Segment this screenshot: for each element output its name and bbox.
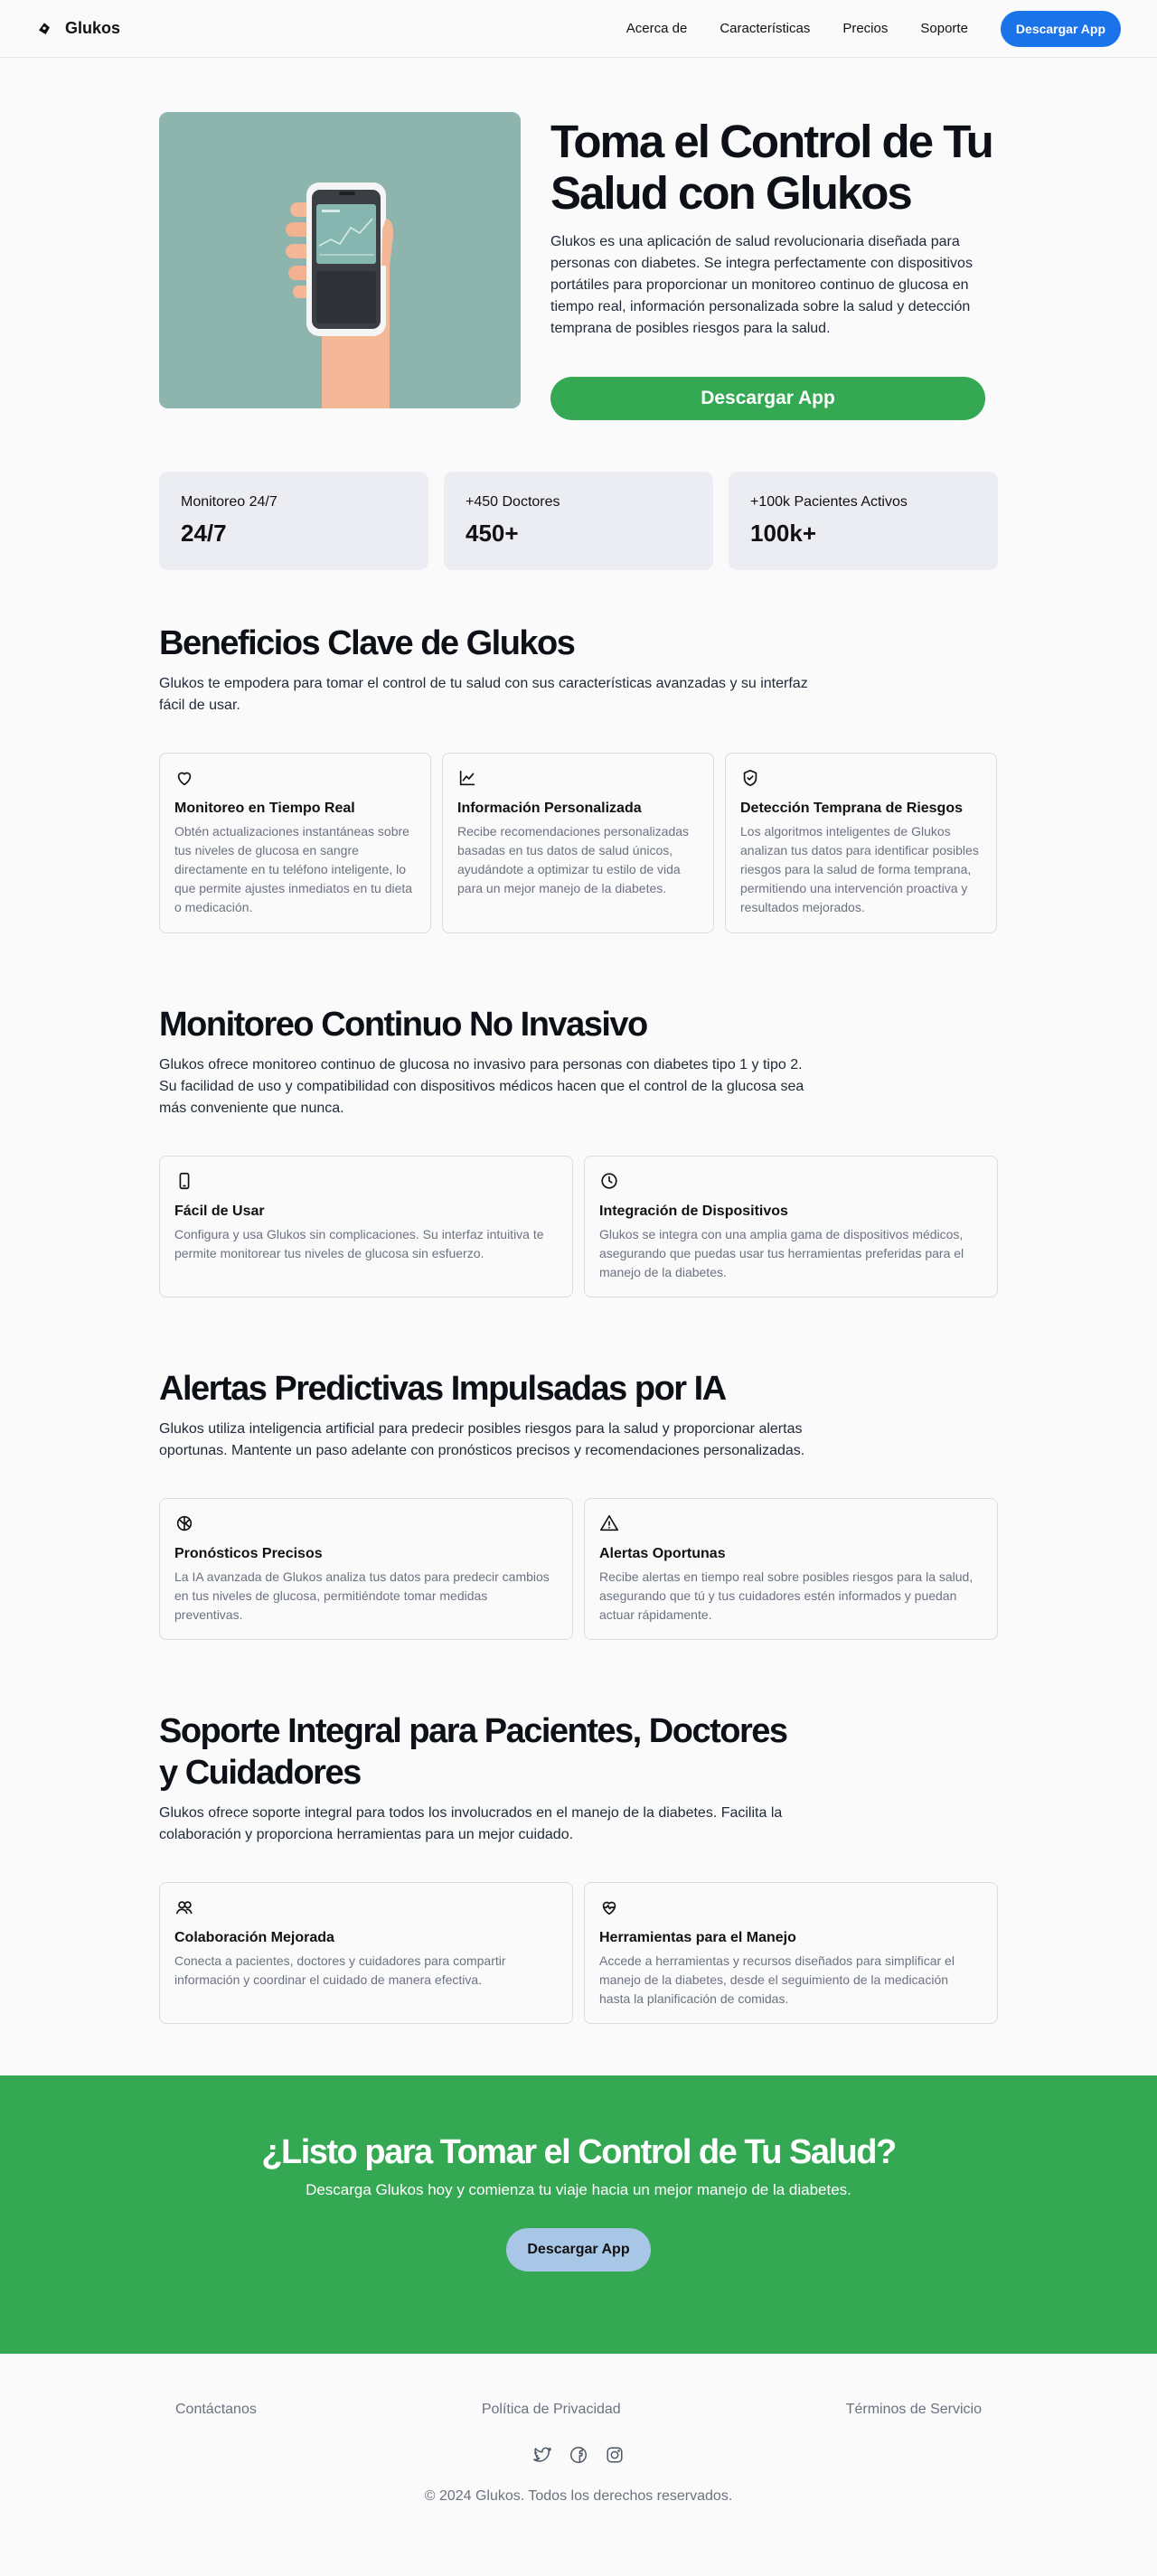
hero-section: Toma el Control de Tu Salud con Glukos G…: [159, 58, 998, 420]
feature-card: Pronósticos Precisos La IA avanzada de G…: [159, 1498, 573, 1640]
feature-card: Integración de Dispositivos Glukos se in…: [584, 1156, 998, 1297]
alerts-section: Alertas Predictivas Impulsadas por IA Gl…: [159, 1368, 998, 1640]
card-text: Recibe alertas en tiempo real sobre posi…: [599, 1569, 974, 1622]
card-text: Los algoritmos inteligentes de Glukos an…: [740, 824, 979, 914]
smartphone-icon: [174, 1171, 194, 1191]
footer-link-contact[interactable]: Contáctanos: [175, 2402, 257, 2418]
section-description: Glukos ofrece soporte integral para todo…: [159, 1805, 783, 1842]
section-title: Monitoreo Continuo No Invasivo: [159, 1006, 648, 1044]
card-title: Herramientas para el Manejo: [599, 1930, 796, 1945]
nav-link-precios[interactable]: Precios: [842, 21, 888, 36]
hero-download-button[interactable]: Descargar App: [550, 377, 985, 420]
stat-card: +450 Doctores 450+: [444, 472, 713, 570]
feature-card: Colaboración Mejorada Conecta a paciente…: [159, 1882, 573, 2024]
monitoring-cards: Fácil de Usar Configura y usa Glukos sin…: [159, 1156, 998, 1297]
top-nav: Glukos Acerca de Características Precios…: [0, 0, 1157, 58]
main-content: Toma el Control de Tu Salud con Glukos G…: [159, 58, 998, 2024]
hero-title: Toma el Control de Tu Salud con Glukos: [550, 116, 994, 219]
card-text: Conecta a pacientes, doctores y cuidador…: [174, 1953, 506, 1987]
heart-pulse-icon: [599, 1897, 619, 1917]
support-cards: Colaboración Mejorada Conecta a paciente…: [159, 1882, 998, 2024]
footer-link-terms[interactable]: Términos de Servicio: [846, 2402, 982, 2418]
feature-card: Información Personalizada Recibe recomen…: [442, 753, 714, 933]
stat-label: +450 Doctores: [466, 494, 560, 510]
card-text: Configura y usa Glukos sin complicacione…: [174, 1227, 544, 1260]
alerts-cards: Pronósticos Precisos La IA avanzada de G…: [159, 1498, 998, 1640]
brand-name: Glukos: [65, 19, 121, 37]
cta-section: ¿Listo para Tomar el Control de Tu Salud…: [0, 2075, 1157, 2354]
card-text: Accede a herramientas y recursos diseñad…: [599, 1953, 955, 2006]
section-title: Alertas Predictivas Impulsadas por IA: [159, 1370, 727, 1408]
stat-label: Monitoreo 24/7: [181, 494, 277, 510]
card-title: Monitoreo en Tiempo Real: [174, 801, 355, 816]
brain-icon: [174, 1513, 194, 1533]
hero-text: Toma el Control de Tu Salud con Glukos G…: [550, 112, 998, 420]
social-links: [0, 2445, 1157, 2465]
section-description: Glukos ofrece monitoreo continuo de gluc…: [159, 1057, 804, 1116]
benefit-cards: Monitoreo en Tiempo Real Obtén actualiza…: [159, 753, 998, 933]
card-title: Integración de Dispositivos: [599, 1204, 788, 1219]
glukos-logo-icon: [36, 21, 52, 37]
cta-subtitle: Descarga Glukos hoy y comienza tu viaje …: [306, 2181, 851, 2198]
hero-image: [159, 112, 521, 408]
nav-link-acerca[interactable]: Acerca de: [626, 21, 688, 36]
section-title: Beneficios Clave de Glukos: [159, 624, 576, 662]
stats-row: Monitoreo 24/7 24/7 +450 Doctores 450+ +…: [159, 472, 998, 570]
stat-card: Monitoreo 24/7 24/7: [159, 472, 428, 570]
stat-value: 24/7: [181, 520, 227, 547]
copyright: © 2024 Glukos. Todos los derechos reserv…: [424, 2488, 733, 2504]
feature-card: Monitoreo en Tiempo Real Obtén actualiza…: [159, 753, 431, 933]
stat-label: +100k Pacientes Activos: [750, 494, 908, 510]
chart-line-icon: [457, 768, 477, 788]
alert-triangle-icon: [599, 1513, 619, 1533]
section-title: Soporte Integral para Pacientes, Doctore…: [159, 1712, 788, 1792]
nav-links: Acerca de Características Precios Soport…: [626, 10, 1121, 47]
users-icon: [174, 1897, 194, 1917]
card-text: Recibe recomendaciones personalizadas ba…: [457, 824, 690, 895]
stat-value: 450+: [466, 520, 519, 547]
card-title: Alertas Oportunas: [599, 1546, 726, 1561]
card-text: Obtén actualizaciones instantáneas sobre…: [174, 824, 413, 914]
card-title: Información Personalizada: [457, 801, 642, 816]
hero-description: Glukos es una aplicación de salud revolu…: [550, 234, 973, 336]
support-section: Soporte Integral para Pacientes, Doctore…: [159, 1710, 998, 2024]
feature-card: Detección Temprana de Riesgos Los algori…: [725, 753, 997, 933]
card-text: La IA avanzada de Glukos analiza tus dat…: [174, 1569, 550, 1622]
cta-title: ¿Listo para Tomar el Control de Tu Salud…: [261, 2133, 897, 2171]
brand[interactable]: Glukos: [36, 19, 120, 38]
card-title: Fácil de Usar: [174, 1204, 265, 1219]
twitter-icon[interactable]: [532, 2445, 552, 2465]
card-title: Detección Temprana de Riesgos: [740, 801, 963, 816]
footer: Contáctanos Política de Privacidad Térmi…: [0, 2354, 1157, 2548]
instagram-icon[interactable]: [605, 2445, 625, 2465]
card-text: Glukos se integra con una amplia gama de…: [599, 1227, 964, 1279]
benefits-section: Beneficios Clave de Glukos Glukos te emp…: [159, 623, 998, 933]
footer-links: Contáctanos Política de Privacidad Térmi…: [175, 2402, 982, 2418]
stat-card: +100k Pacientes Activos 100k+: [729, 472, 998, 570]
card-title: Colaboración Mejorada: [174, 1930, 334, 1945]
nav-link-soporte[interactable]: Soporte: [920, 21, 968, 36]
cta-download-button[interactable]: Descargar App: [506, 2228, 651, 2272]
feature-card: Fácil de Usar Configura y usa Glukos sin…: [159, 1156, 573, 1297]
feature-card: Herramientas para el Manejo Accede a her…: [584, 1882, 998, 2024]
stat-value: 100k+: [750, 520, 817, 547]
heart-icon: [174, 768, 194, 788]
card-title: Pronósticos Precisos: [174, 1546, 323, 1561]
shield-check-icon: [740, 768, 760, 788]
nav-download-button[interactable]: Descargar App: [1000, 10, 1121, 47]
feature-card: Alertas Oportunas Recibe alertas en tiem…: [584, 1498, 998, 1640]
nav-link-caracteristicas[interactable]: Características: [720, 21, 810, 36]
monitoring-section: Monitoreo Continuo No Invasivo Glukos of…: [159, 1004, 998, 1297]
section-description: Glukos utiliza inteligencia artificial p…: [159, 1421, 805, 1458]
facebook-icon[interactable]: [569, 2445, 588, 2465]
footer-link-privacy[interactable]: Política de Privacidad: [482, 2402, 621, 2418]
clock-icon: [599, 1171, 619, 1191]
section-description: Glukos te empodera para tomar el control…: [159, 676, 808, 713]
